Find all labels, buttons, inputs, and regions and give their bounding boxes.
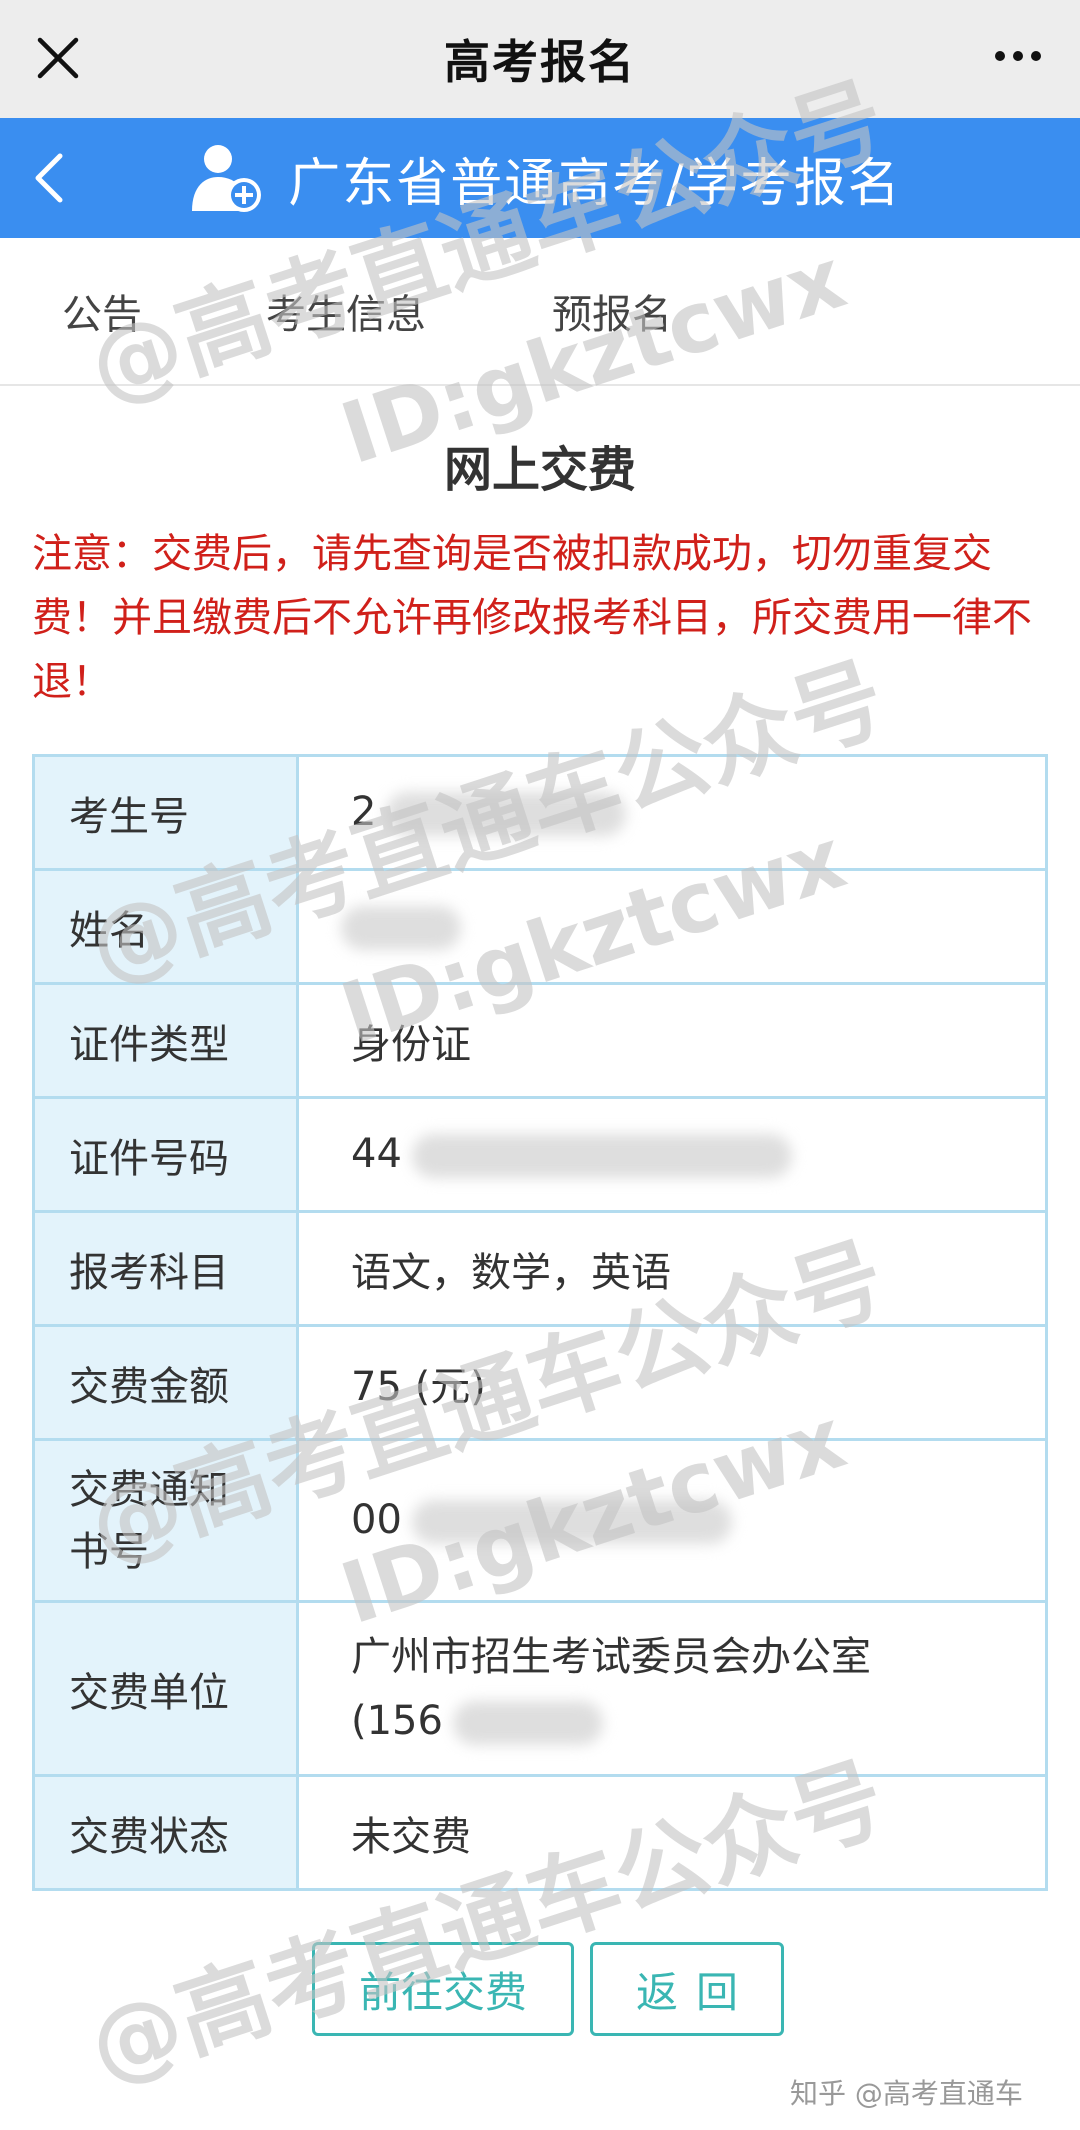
source-credit: 知乎 @高考直通车	[790, 2077, 1023, 2110]
header-brand: 广东省普通高考/学考报名	[188, 139, 902, 217]
back-arrow-icon[interactable]	[18, 142, 88, 214]
row-label-line2: 书号	[69, 1528, 149, 1575]
row-label: 交费通知 书号	[32, 1438, 299, 1603]
table-row: 证件类型 身份证	[32, 982, 1048, 1099]
payment-notice: 注意：交费后，请先查询是否被扣款成功，切勿重复交费！并且缴费后不允许再修改报考科…	[32, 531, 1032, 705]
payee-unit-line1: 广州市招生考试委员会办公室	[351, 1633, 871, 1680]
payee-unit-line2: (156	[351, 1697, 443, 1744]
page-title: 网上交费	[443, 442, 636, 498]
row-value: 00	[296, 1438, 1048, 1603]
id-type-value: 身份证	[296, 982, 1048, 1099]
table-row: 考生号 2	[32, 754, 1048, 871]
row-value	[296, 868, 1048, 985]
payment-notice-number-value: 00	[351, 1497, 402, 1543]
row-label: 证件号码	[32, 1096, 299, 1213]
payment-status-value: 未交费	[296, 1774, 1048, 1891]
id-number-value: 44	[351, 1131, 402, 1177]
table-row: 证件号码 44	[32, 1096, 1048, 1213]
redacted-blur	[386, 792, 627, 836]
tab-announcement[interactable]: 公告	[62, 282, 142, 340]
tab-pre-registration[interactable]: 预报名	[552, 282, 672, 340]
more-options-icon[interactable]	[986, 28, 1050, 84]
wechat-page-title: 高考报名	[444, 35, 636, 89]
row-label: 报考科目	[32, 1210, 299, 1327]
row-value: 广州市招生考试委员会办公室 (156	[296, 1600, 1048, 1777]
table-row: 交费金额 75 (元)	[32, 1324, 1048, 1441]
row-label: 交费单位	[32, 1600, 299, 1777]
payment-info-table: 考生号 2 姓名 证件类型 身份证 证件号码 44 报考科目 语文，数学，英语 …	[32, 754, 1048, 1891]
row-label: 考生号	[32, 754, 299, 871]
return-button[interactable]: 返回	[590, 1942, 784, 2036]
row-value: 44	[296, 1096, 1048, 1213]
fee-amount-value: 75 (元)	[296, 1324, 1048, 1441]
row-value: 2	[296, 754, 1048, 871]
table-row: 报考科目 语文，数学，英语	[32, 1210, 1048, 1327]
close-icon[interactable]	[30, 30, 86, 86]
redacted-blur	[411, 1500, 732, 1544]
row-label: 姓名	[32, 868, 299, 985]
redacted-blur	[411, 1134, 792, 1178]
app-header: 广东省普通高考/学考报名	[0, 118, 1080, 238]
go-pay-button[interactable]: 前往交费	[312, 1942, 574, 2036]
candidate-number-value: 2	[351, 789, 377, 835]
row-label: 交费状态	[32, 1774, 299, 1891]
wechat-title-bar: 高考报名	[0, 0, 1080, 118]
table-row: 交费通知书号 00	[32, 1438, 1048, 1603]
row-label: 交费金额	[32, 1324, 299, 1441]
tab-bar: 公告 考生信息 预报名	[0, 238, 1080, 386]
redacted-blur	[452, 1700, 603, 1745]
table-row: 交费状态 未交费	[32, 1774, 1048, 1891]
table-row: 交费单位 广州市招生考试委员会办公室 (156	[32, 1600, 1048, 1777]
row-label: 证件类型	[32, 982, 299, 1099]
redacted-blur	[341, 906, 461, 950]
user-add-icon	[192, 145, 262, 212]
subjects-value: 语文，数学，英语	[296, 1210, 1048, 1327]
table-row: 姓名	[32, 868, 1048, 985]
tab-candidate-info[interactable]: 考生信息	[266, 282, 426, 340]
row-label-line1: 交费通知	[69, 1466, 229, 1513]
header-title: 广东省普通高考/学考报名	[288, 153, 902, 214]
